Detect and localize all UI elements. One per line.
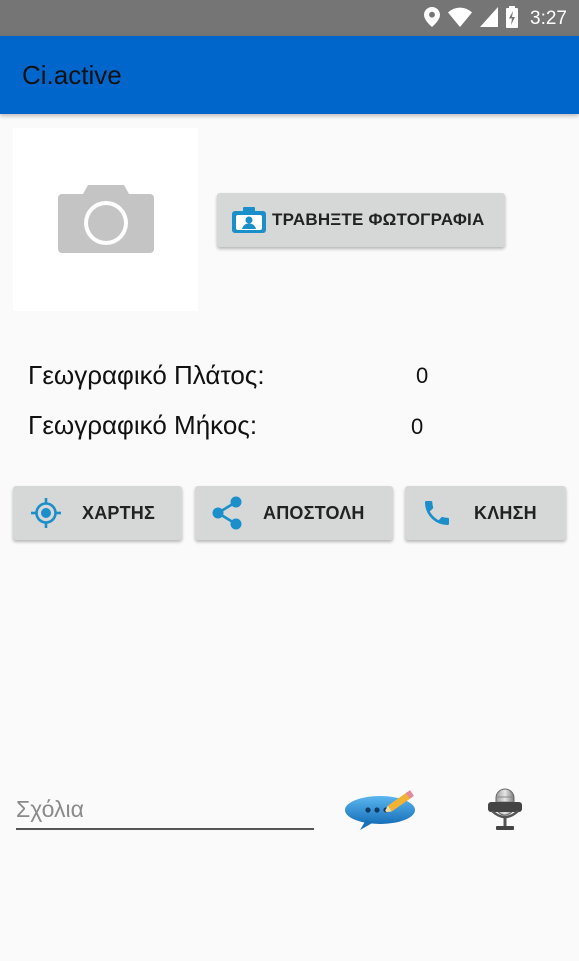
call-label: ΚΛΗΣΗ [474,502,537,523]
status-time: 3:27 [530,8,567,29]
my-location-icon [31,498,61,528]
send-button[interactable]: ΑΠΟΣΤΟΛΗ [195,486,393,540]
comments-field [16,790,314,830]
longitude-value: 0 [411,414,424,439]
map-button[interactable]: ΧΑΡΤΗΣ [13,486,182,540]
app-bar: Ci.active [0,36,579,114]
status-bar: 3:27 [0,0,579,36]
wifi-icon [448,7,473,32]
photo-preview [13,128,198,311]
longitude-label: Γεωγραφικό Μήκος: [28,410,258,440]
location-icon [424,6,441,32]
share-icon [211,496,243,530]
call-button[interactable]: ΚΛΗΣΗ [405,486,566,540]
signal-icon [480,6,499,32]
take-photo-label: ΤΡΑΒΗΞΤΕ ΦΩΤΟΓΡΑΦΙΑ [272,210,485,229]
app-title: Ci.active [22,60,122,90]
send-label: ΑΠΟΣΤΟΛΗ [263,502,365,523]
status-icons: 3:27 [424,5,567,33]
comments-input[interactable] [16,790,314,828]
latitude-label: Γεωγραφικό Πλάτος: [28,360,265,390]
take-photo-button[interactable]: ΤΡΑΒΗΞΤΕ ΦΩΤΟΓΡΑΦΙΑ [217,193,505,247]
camera-front-icon [232,207,266,233]
camera-icon [57,181,154,258]
comment-edit-icon[interactable] [344,786,420,832]
phone-icon [421,497,453,529]
latitude-value: 0 [416,363,429,388]
microphone-icon[interactable] [484,787,526,833]
map-label: ΧΑΡΤΗΣ [82,502,156,523]
battery-charging-icon [506,5,519,33]
